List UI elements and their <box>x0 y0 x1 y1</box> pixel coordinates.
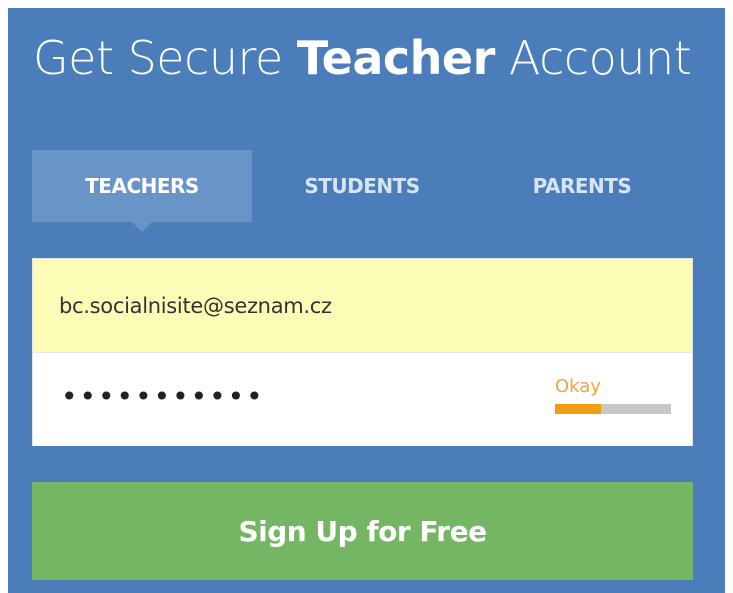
signup-form: bc.socialnisite@seznam.cz ••••••••••• Ok… <box>32 258 693 446</box>
tab-teachers[interactable]: TEACHERS <box>32 150 252 232</box>
password-strength-bar <box>555 404 671 414</box>
tab-students[interactable]: STUDENTS <box>252 150 472 222</box>
page-title: Get Secure Teacher Account <box>33 30 692 86</box>
email-field[interactable]: bc.socialnisite@seznam.cz <box>33 259 692 353</box>
title-suffix: Account <box>494 31 692 85</box>
password-strength-fill <box>555 404 602 414</box>
tab-parents[interactable]: PARENTS <box>472 150 692 222</box>
account-type-tabs: TEACHERS STUDENTS PARENTS <box>32 150 692 232</box>
password-field[interactable]: ••••••••••• Okay <box>33 354 692 446</box>
title-prefix: Get Secure <box>33 31 297 85</box>
password-strength-label: Okay <box>555 376 601 397</box>
signup-button[interactable]: Sign Up for Free <box>32 482 693 580</box>
password-value: ••••••••••• <box>61 380 265 413</box>
title-bold: Teacher <box>296 31 495 85</box>
signup-panel: Get Secure Teacher Account TEACHERS STUD… <box>8 8 725 593</box>
